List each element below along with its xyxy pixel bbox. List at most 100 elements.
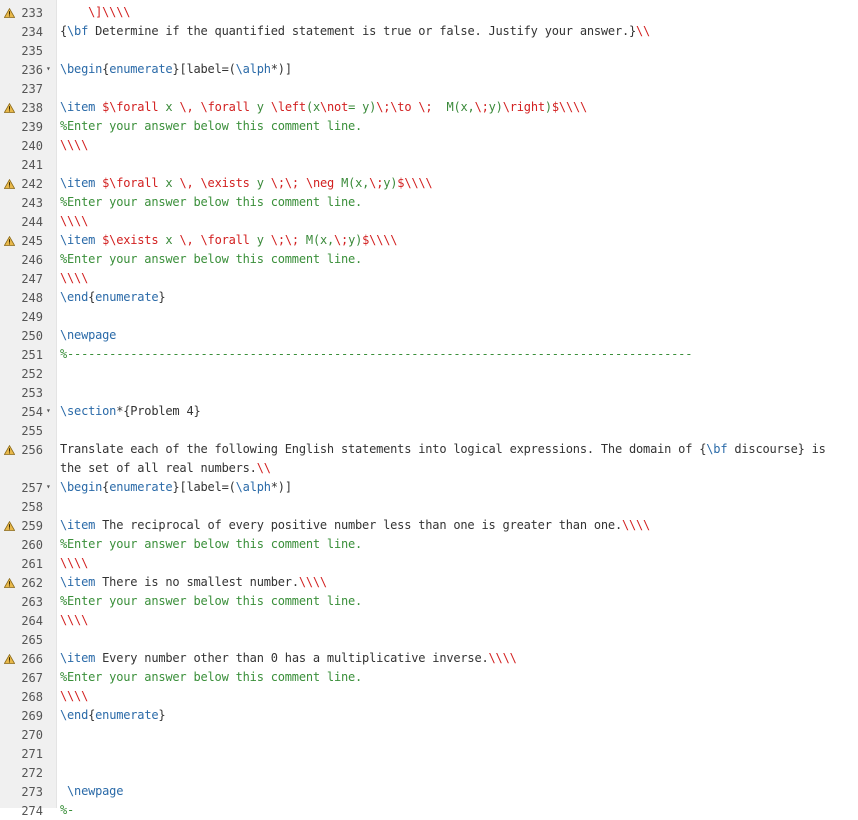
code-text: \\\\ [60, 272, 88, 285]
code-line[interactable]: 238 \item $\forall x \, \forall y \left(x… [0, 98, 858, 117]
fold-arrow-icon[interactable]: ▾ [46, 407, 51, 415]
code-token: *{Problem 4} [116, 404, 201, 418]
code-text: %Enter your answer below this comment li… [60, 595, 362, 608]
code-token: \\\\ [621, 518, 651, 532]
code-token: discourse} is [727, 442, 826, 456]
code-editor[interactable]: 233 \]\\\\ 234 {\bf Determine if the quant… [0, 0, 858, 817]
code-line[interactable]: 248 \end{enumerate} [0, 288, 858, 307]
code-line[interactable]: 259 \item The reciprocal of every positiv… [0, 516, 858, 535]
code-token: \]\\\\ [88, 5, 131, 19]
line-number: 256 [21, 443, 43, 457]
code-token: x [158, 176, 180, 190]
code-line[interactable]: 252 [0, 364, 858, 383]
code-line[interactable]: 234 {\bf Determine if the quantified stat… [0, 22, 858, 41]
code-line[interactable]: 254 ▾ \section*{Problem 4} [0, 402, 858, 421]
code-line[interactable]: 264 \\\\ [0, 611, 858, 630]
code-line[interactable]: 235 [0, 41, 858, 60]
code-token: y [249, 233, 271, 247]
code-line[interactable]: 258 [0, 497, 858, 516]
line-number: 271 [21, 747, 43, 761]
line-number: 244 [21, 215, 43, 229]
line-number: 242 [21, 177, 43, 191]
code-line[interactable]: 270 [0, 725, 858, 744]
code-line[interactable]: 256 Translate each of the following Engli… [0, 440, 858, 459]
code-line[interactable]: 267 %Enter your answer below this comment… [0, 668, 858, 687]
code-token: \left [270, 100, 306, 114]
line-number: 243 [21, 196, 43, 210]
code-line[interactable]: 250 \newpage [0, 326, 858, 345]
code-text: \item The reciprocal of every positive n… [60, 519, 650, 532]
code-line[interactable]: 240 \\\\ [0, 136, 858, 155]
line-number: 273 [21, 785, 43, 799]
code-text: \\\\ [60, 139, 88, 152]
code-text: \\\\ [60, 557, 88, 570]
code-token: enumerate [109, 62, 173, 76]
code-token: \end [60, 290, 89, 304]
code-line[interactable]: 257 ▾ \begin{enumerate}[label=(\alph*)] [0, 478, 858, 497]
line-number: 268 [21, 690, 43, 704]
code-text: %---------------------------------------… [60, 348, 692, 361]
code-line[interactable]: 268 \\\\ [0, 687, 858, 706]
line-number: 247 [21, 272, 43, 286]
code-token: \neg [305, 176, 335, 190]
code-line[interactable]: 243 %Enter your answer below this comment… [0, 193, 858, 212]
code-text: \item $\forall x \, \forall y \left(x\no… [60, 101, 587, 114]
code-line[interactable]: 269 \end{enumerate} [0, 706, 858, 725]
code-line[interactable]: 236 ▾ \begin{enumerate}[label=(\alph*)] [0, 60, 858, 79]
code-token: x [158, 233, 180, 247]
line-number: 270 [21, 728, 43, 742]
code-line[interactable]: 274 %- [0, 801, 858, 820]
code-token: \, [179, 176, 194, 190]
code-token: Translate each of the following English … [60, 442, 707, 456]
code-line[interactable]: 241 [0, 155, 858, 174]
code-line[interactable]: 266 \item Every number other than 0 has a… [0, 649, 858, 668]
code-token: }[label=( [172, 62, 236, 76]
code-line[interactable]: 260 %Enter your answer below this comment… [0, 535, 858, 554]
code-line[interactable]: 272 [0, 763, 858, 782]
code-token: \\\\ [298, 575, 327, 589]
fold-arrow-icon[interactable]: ▾ [46, 65, 51, 73]
code-line[interactable]: 247 \\\\ [0, 269, 858, 288]
line-number: 237 [21, 82, 43, 96]
code-text: \begin{enumerate}[label=(\alph*)] [60, 63, 292, 76]
code-line[interactable]: 239 %Enter your answer below this comment… [0, 117, 858, 136]
code-token: $\\\\ [551, 100, 588, 114]
code-line[interactable]: 245 \item $\exists x \, \forall y \;\; M(… [0, 231, 858, 250]
line-number: 266 [21, 652, 43, 666]
code-token: $\\\\ [397, 176, 433, 190]
code-line[interactable]: 251 %------------------------------------… [0, 345, 858, 364]
code-line[interactable]: 261 \\\\ [0, 554, 858, 573]
code-line[interactable]: 242 \item $\forall x \, \exists y \;\; \n… [0, 174, 858, 193]
code-token: \, [179, 233, 194, 247]
code-line[interactable]: 233 \]\\\\ [0, 3, 858, 22]
code-token: *)] [270, 62, 292, 76]
code-token: enumerate [109, 480, 173, 494]
line-number: 262 [21, 576, 43, 590]
code-line[interactable]: 237 [0, 79, 858, 98]
code-line[interactable]: 249 [0, 307, 858, 326]
fold-arrow-icon[interactable]: ▾ [46, 483, 51, 491]
line-number: 240 [21, 139, 43, 153]
code-token: \\\\ [60, 613, 89, 627]
code-line[interactable]: the set of all real numbers.\\ [0, 459, 858, 478]
code-line[interactable]: 263 %Enter your answer below this comment… [0, 592, 858, 611]
line-number: 233 [21, 6, 43, 20]
code-token: \;\; [270, 233, 299, 247]
code-token: \item [60, 518, 96, 532]
code-text: %Enter your answer below this comment li… [60, 196, 362, 209]
line-number: 250 [21, 329, 43, 343]
code-line[interactable]: 246 %Enter your answer below this comment… [0, 250, 858, 269]
code-line[interactable]: 262 \item There is no smallest number.\\\… [0, 573, 858, 592]
line-number: 234 [21, 25, 43, 39]
code-line[interactable]: 244 \\\\ [0, 212, 858, 231]
line-number: 236 [21, 63, 43, 77]
code-token: $\\\\ [362, 233, 398, 247]
code-line[interactable]: 271 [0, 744, 858, 763]
code-line[interactable]: 255 [0, 421, 858, 440]
code-line[interactable]: 273 \newpage [0, 782, 858, 801]
code-line[interactable]: 253 [0, 383, 858, 402]
code-token: enumerate [95, 290, 159, 304]
code-token: \bf [67, 24, 89, 38]
code-line[interactable]: 265 [0, 630, 858, 649]
code-token: %---------------------------------------… [60, 347, 693, 361]
